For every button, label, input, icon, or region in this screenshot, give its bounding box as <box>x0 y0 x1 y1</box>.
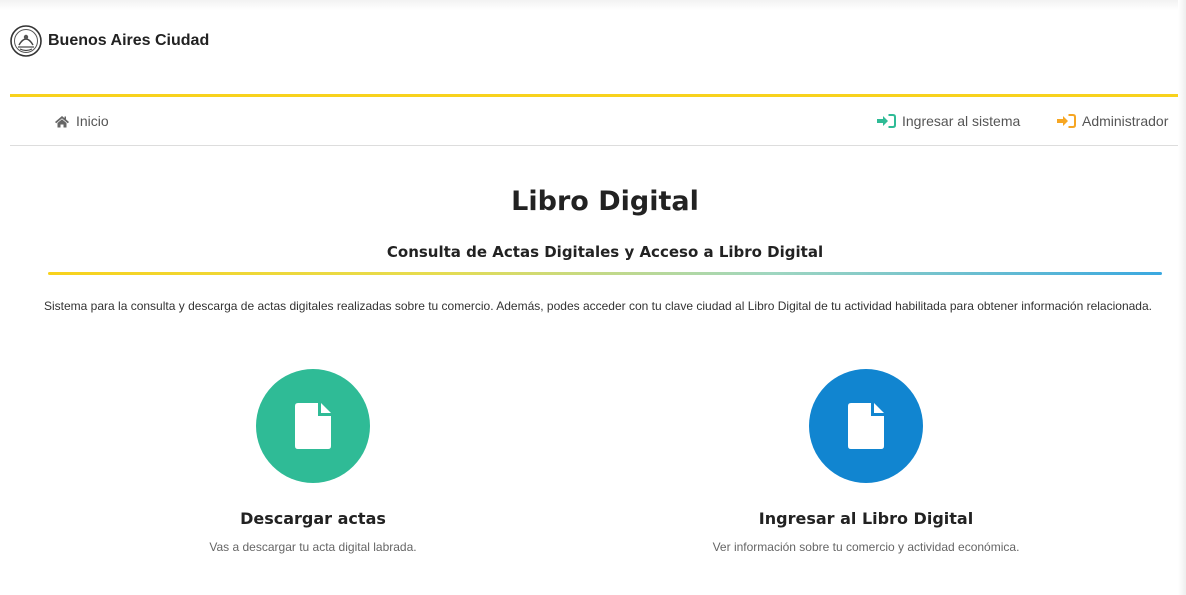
nav-admin-label: Administrador <box>1082 113 1169 129</box>
libro-digital-button[interactable] <box>809 369 923 483</box>
download-actas-text: Vas a descargar tu acta digital labrada. <box>209 540 417 554</box>
nav-admin-link[interactable]: Administrador <box>1056 97 1168 145</box>
libro-digital-title[interactable]: Ingresar al Libro Digital <box>646 509 1086 528</box>
brand[interactable]: Buenos Aires Ciudad <box>10 24 209 58</box>
nav-home-label: Inicio <box>76 113 109 129</box>
nav-home-link[interactable]: Inicio <box>54 97 109 145</box>
sign-in-icon <box>877 114 896 128</box>
gradient-divider <box>48 272 1162 275</box>
page-title: Libro Digital <box>511 186 699 217</box>
download-actas-title[interactable]: Descargar actas <box>93 509 533 528</box>
page: Buenos Aires Ciudad Inicio Ingresar al s… <box>0 0 1186 595</box>
home-icon <box>55 115 69 127</box>
top-nav: Inicio Ingresar al sistema Administrador <box>10 97 1186 146</box>
nav-login-label: Ingresar al sistema <box>902 113 1021 129</box>
download-actas-card: Descargar actas Vas a descargar tu acta … <box>93 369 533 554</box>
sign-in-icon <box>1057 114 1076 128</box>
file-icon <box>848 403 884 449</box>
right-edge-shadow <box>1178 0 1186 595</box>
brand-name: Buenos Aires Ciudad <box>48 32 210 49</box>
libro-digital-card: Ingresar al Libro Digital Ver informació… <box>646 369 1086 554</box>
nav-login-link[interactable]: Ingresar al sistema <box>876 97 1020 145</box>
page-subtitle: Consulta de Actas Digitales y Acceso a L… <box>386 243 824 261</box>
download-actas-button[interactable] <box>256 369 370 483</box>
libro-digital-text: Ver información sobre tu comercio y acti… <box>712 540 1020 554</box>
city-seal-icon <box>10 25 42 57</box>
top-shadow <box>0 0 1186 10</box>
file-icon <box>295 403 331 449</box>
page-description: Sistema para la consulta y descarga de a… <box>44 299 1152 313</box>
